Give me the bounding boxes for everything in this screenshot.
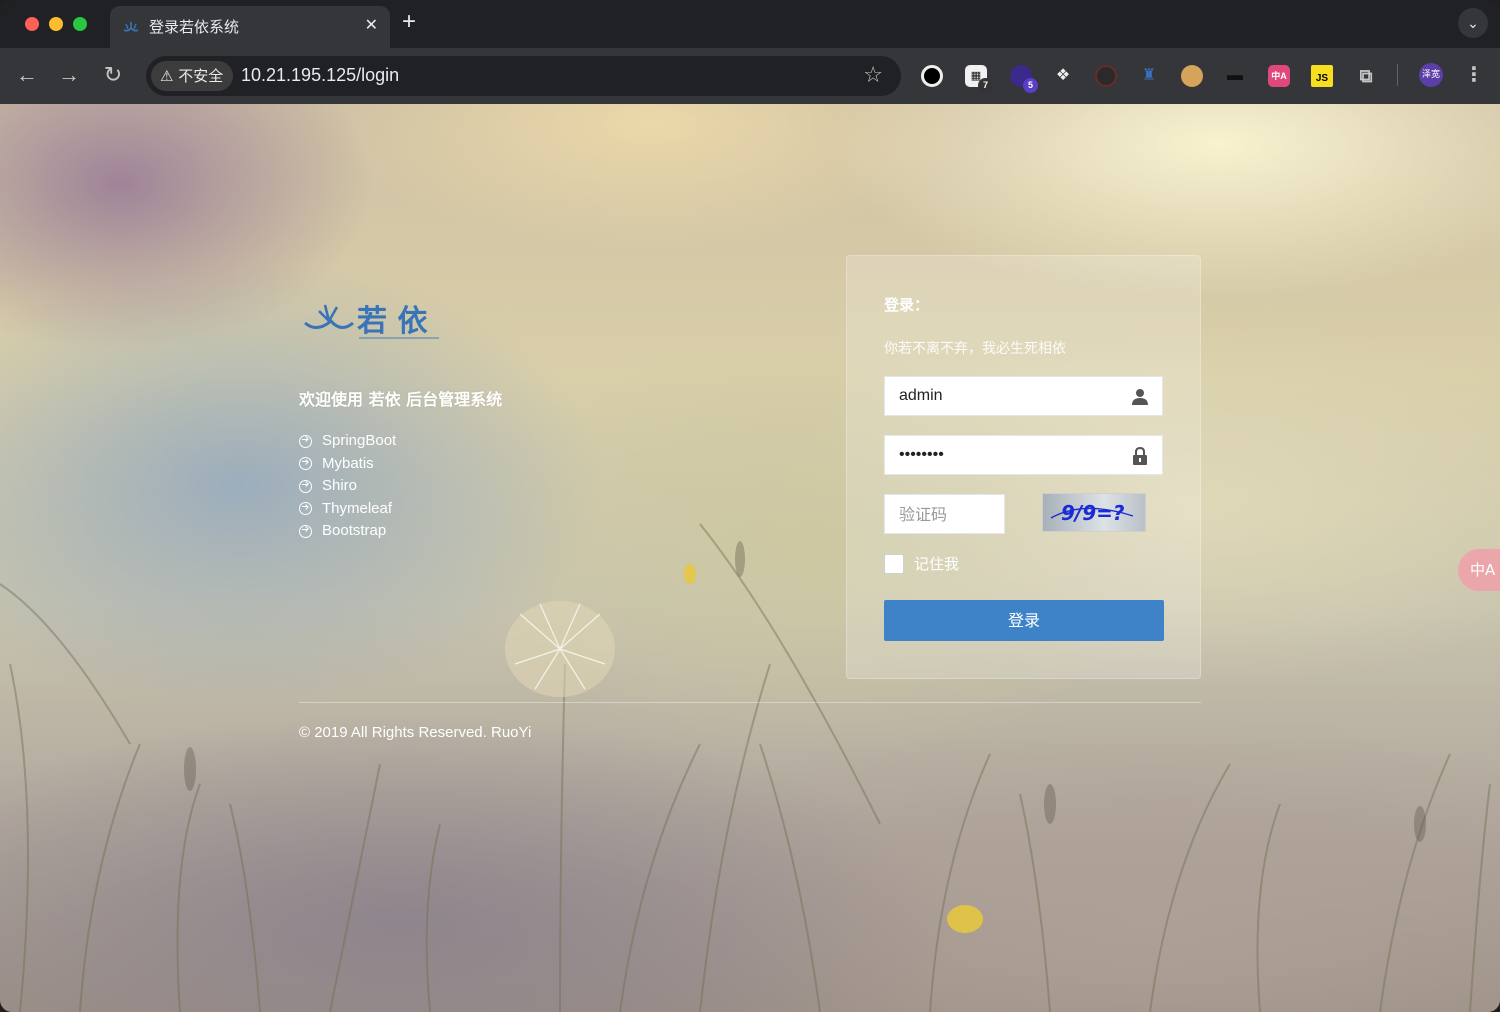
login-button[interactable]: 登录 [884,600,1164,641]
purple-extension-badge: 5 [1023,78,1038,93]
puzzle-extensions-icon[interactable]: ⧉ [1355,65,1377,87]
ruoyi-favicon-icon [123,22,139,32]
circle-extension-icon[interactable] [921,65,943,87]
eye-extension-icon[interactable] [1095,65,1117,87]
url-text[interactable]: 10.21.195.125/login [241,65,399,86]
person-extension-icon[interactable]: ♜ [1138,65,1160,87]
username-input[interactable] [885,377,1162,415]
login-title: 登录： [884,296,930,314]
browser-menu-icon[interactable]: ⋮ [1464,62,1484,87]
back-arrow-icon[interactable]: ← [14,62,40,88]
browser-window: 登录若依系统 ✕ + ⌄ ← → ↻ ⚠ 不安全 10.21.195.125/l… [0,0,1500,1012]
welcome-heading: 欢迎使用 若依 后台管理系统 [299,390,503,409]
feature-label: Mybatis [322,454,374,472]
circle-arrow-icon [299,479,312,493]
footer-divider [299,702,1201,703]
qr-extension-badge: 7 [978,78,993,93]
circle-arrow-icon [299,524,312,538]
background-grass-image [0,523,1491,1012]
forward-arrow-icon[interactable]: → [56,62,82,88]
password-input[interactable] [885,436,1162,474]
cluster-extension-icon[interactable]: ❖ [1052,65,1074,87]
translate-floating-button[interactable]: 中A [1458,549,1500,591]
insecure-label: 不安全 [178,67,224,85]
circle-arrow-icon [299,457,312,471]
feature-item: Mybatis [299,453,396,476]
logo-text: 若 依 [357,304,428,339]
toolbar-separator [1397,64,1398,86]
warning-triangle-icon: ⚠ [160,67,174,85]
ruoyi-logo-mark-icon: 若 依 [304,304,439,339]
captcha-input[interactable] [885,495,1004,533]
tab-search-chevron-icon[interactable]: ⌄ [1458,8,1488,38]
feature-label: Thymeleaf [322,499,393,517]
feature-list: SpringBoot Mybatis Shiro Thymeleaf Boots… [299,430,396,543]
password-field-wrapper [884,435,1163,475]
circle-arrow-icon [299,502,312,516]
feature-label: SpringBoot [322,432,397,449]
feature-item: Shiro [299,475,396,498]
remember-label: 记住我 [914,555,960,573]
purple-extension-icon[interactable]: 5 [1010,65,1038,93]
copyright-text: © 2019 All Rights Reserved. RuoYi [299,724,532,741]
cookie-extension-icon[interactable] [1181,65,1203,87]
tab-login[interactable]: 登录若依系统 ✕ [110,6,390,48]
minimize-window-button[interactable] [49,17,63,31]
lock-icon [1133,446,1147,465]
bookmark-star-icon[interactable]: ☆ [863,62,883,88]
feature-item: SpringBoot [299,430,396,453]
feature-item: Thymeleaf [299,498,396,521]
remember-checkbox[interactable] [884,553,904,574]
feature-label: Bootstrap [322,522,387,539]
username-field-wrapper [884,376,1163,416]
captcha-field-wrapper [884,494,1005,534]
reload-icon[interactable]: ↻ [100,62,126,88]
feature-item: Bootstrap [299,520,396,543]
feature-label: Shiro [322,477,358,494]
circle-arrow-icon [299,434,312,448]
tab-title: 登录若依系统 [149,18,240,36]
site-info-chip[interactable]: ⚠ 不安全 [151,61,234,91]
captcha-image[interactable]: 9/9=? [1042,493,1146,532]
tab-bar: 登录若依系统 ✕ + ⌄ [0,0,1500,48]
address-bar[interactable]: ⚠ 不安全 10.21.195.125/login ☆ [146,56,901,96]
tab-close-icon[interactable]: ✕ [365,15,378,35]
maximize-window-button[interactable] [73,17,87,31]
translate-extension-icon[interactable]: 中A [1268,65,1290,87]
js-extension-icon[interactable]: JS [1311,65,1333,87]
login-form: 登录： 你若不离不弃，我必生死相依 admin 验证码 9/9=? 记住我 登录 [846,255,1201,679]
qr-extension-icon[interactable]: ▦ 7 [965,65,993,93]
profile-avatar[interactable]: 泽宽 [1419,63,1443,87]
remember-me[interactable]: 记住我 [884,553,959,574]
ruoyi-logo: 若 依 [303,299,443,354]
new-tab-button[interactable]: + [402,8,416,36]
close-window-button[interactable] [25,17,39,31]
login-subtitle: 你若不离不弃，我必生死相依 [884,341,1066,357]
hat-extension-icon[interactable]: ▬ [1224,65,1246,87]
login-page: 若 依 欢迎使用 若依 后台管理系统 SpringBoot Mybatis Sh… [0,104,1500,1012]
user-icon [1132,389,1148,405]
captcha-text: 9/9=? [1061,501,1125,525]
